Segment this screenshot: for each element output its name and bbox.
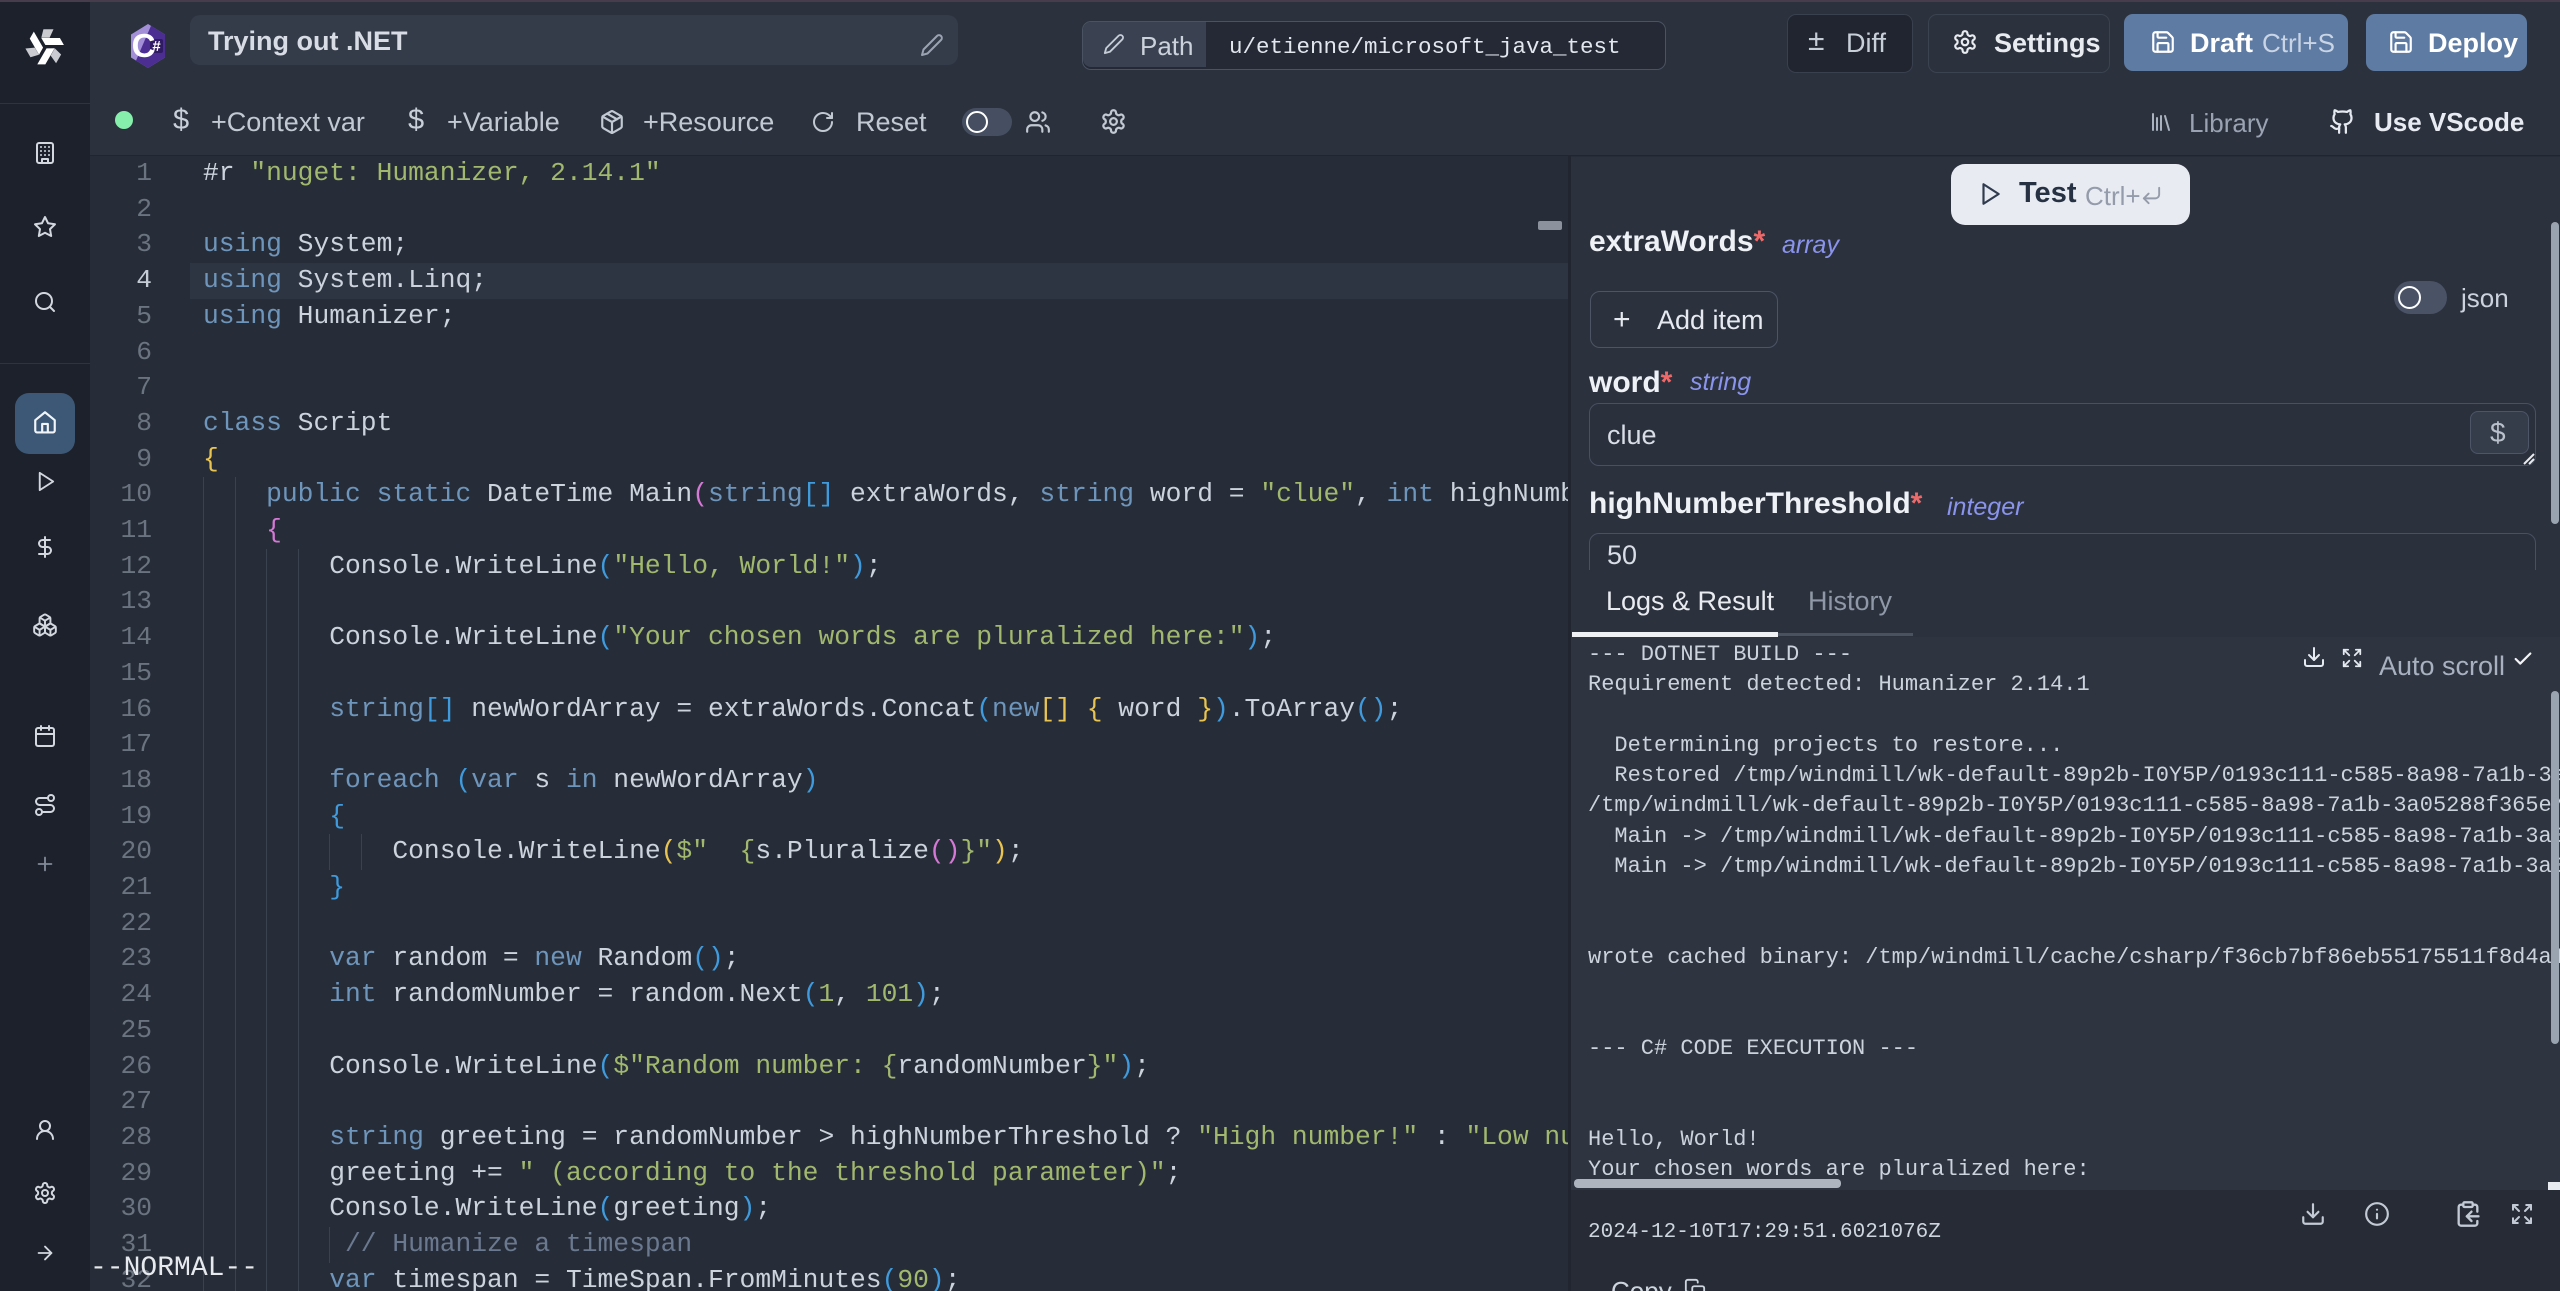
svg-text:#: # [152,38,161,55]
